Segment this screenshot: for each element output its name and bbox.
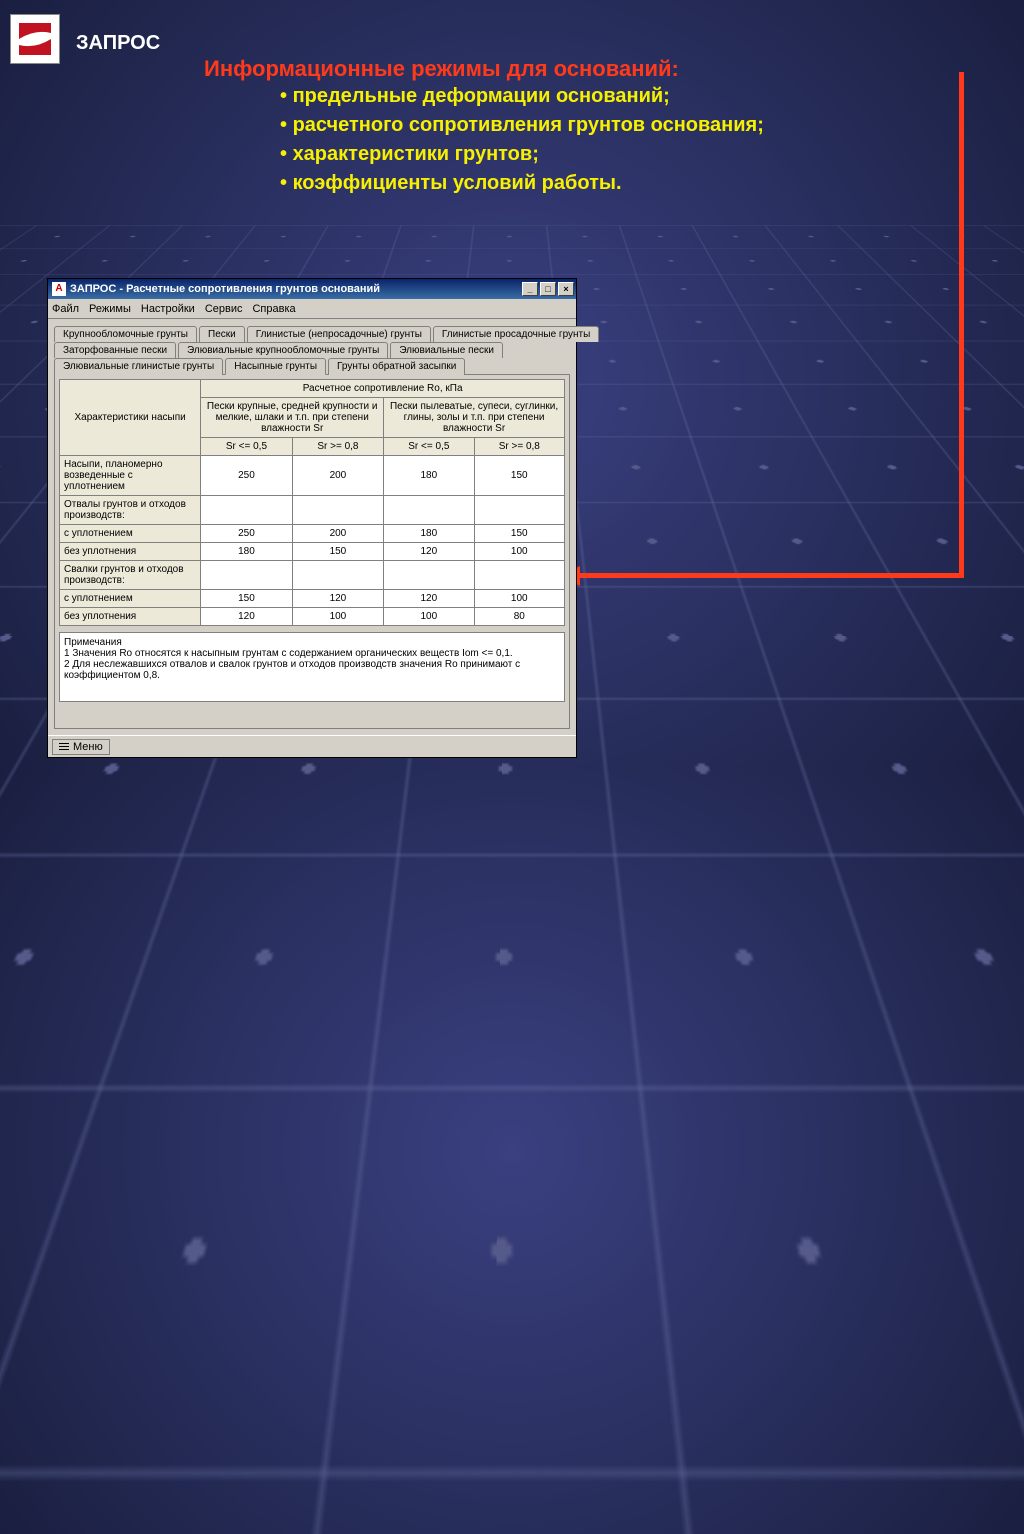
note-2: 2 Для неслежавшихся отвалов и свалок гру… xyxy=(64,659,560,681)
app-logo xyxy=(10,14,60,64)
titlebar[interactable]: A ЗАПРОС - Расчетные сопротивления грунт… xyxy=(48,279,576,299)
tab-eluv-clay[interactable]: Элювиальные глинистые грунты xyxy=(54,358,223,375)
cell: 120 xyxy=(292,590,383,608)
menu-settings[interactable]: Настройки xyxy=(141,303,195,315)
cell: 200 xyxy=(292,456,383,496)
cell: 180 xyxy=(384,456,474,496)
row-label: с уплотнением xyxy=(60,590,201,608)
tab-eluv-coarse[interactable]: Элювиальные крупнообломочные грунты xyxy=(178,342,388,358)
tab-eluv-sands[interactable]: Элювиальные пески xyxy=(390,342,503,358)
cell: 100 xyxy=(474,543,564,561)
cell: 200 xyxy=(292,525,383,543)
tab-row-1: Крупнообломочные грунты Пески Глинистые … xyxy=(54,325,570,341)
cell xyxy=(474,496,564,525)
row-label: Отвалы грунтов и отходов производств: xyxy=(60,496,201,525)
slide-headline: Информационные режимы для оснований: xyxy=(204,56,924,82)
minimize-button[interactable]: _ xyxy=(522,282,538,296)
cell: 150 xyxy=(201,590,292,608)
arrow-vertical xyxy=(959,72,964,578)
super-header: Расчетное сопротивление Ro, кПа xyxy=(201,380,565,398)
cell xyxy=(384,496,474,525)
menu-service[interactable]: Сервис xyxy=(205,303,243,315)
tab-row-3: Элювиальные глинистые грунты Насыпные гр… xyxy=(54,357,570,374)
row-label: Насыпи, планомерно возведенные с уплотне… xyxy=(60,456,201,496)
menubar: Файл Режимы Настройки Сервис Справка xyxy=(48,299,576,319)
table-row: с уплотнением250200180150 xyxy=(60,525,565,543)
tab-peated[interactable]: Заторфованные пески xyxy=(54,342,176,358)
col-rowheader: Характеристики насыпи xyxy=(60,380,201,456)
window-title: ЗАПРОС - Расчетные сопротивления грунтов… xyxy=(70,283,380,295)
data-table: Характеристики насыпи Расчетное сопротив… xyxy=(59,379,565,626)
menu-help[interactable]: Справка xyxy=(252,303,295,315)
cell: 100 xyxy=(384,608,474,626)
sub-3: Sr >= 0,8 xyxy=(474,438,564,456)
slide-bullets: • предельные деформации оснований; • рас… xyxy=(280,82,940,198)
sub-1: Sr >= 0,8 xyxy=(292,438,383,456)
tab-coarse[interactable]: Крупнообломочные грунты xyxy=(54,326,197,342)
cell: 150 xyxy=(474,525,564,543)
bullet-4: • коэффициенты условий работы. xyxy=(280,169,940,198)
sub-2: Sr <= 0,5 xyxy=(384,438,474,456)
row-label: без уплотнения xyxy=(60,608,201,626)
tab-clay-p[interactable]: Глинистые просадочные грунты xyxy=(433,326,599,342)
cell: 180 xyxy=(384,525,474,543)
bullet-3: • характеристики грунтов; xyxy=(280,140,940,169)
table-row: Насыпи, планомерно возведенные с уплотне… xyxy=(60,456,565,496)
table-row: без уплотнения180150120100 xyxy=(60,543,565,561)
bullet-1: • предельные деформации оснований; xyxy=(280,82,940,111)
client-area: Крупнообломочные грунты Пески Глинистые … xyxy=(48,319,576,735)
close-button[interactable]: × xyxy=(558,282,574,296)
cell: 120 xyxy=(201,608,292,626)
notes-box: Примечания 1 Значения Ro относятся к нас… xyxy=(59,632,565,702)
maximize-button[interactable]: □ xyxy=(540,282,556,296)
cell: 150 xyxy=(474,456,564,496)
menu-button[interactable]: Меню xyxy=(52,739,110,755)
arrow-horizontal xyxy=(580,573,964,578)
tab-clay-np[interactable]: Глинистые (непросадочные) грунты xyxy=(247,326,431,342)
tab-fill-active[interactable]: Насыпные грунты xyxy=(225,358,326,375)
table-row: Свалки грунтов и отходов производств: xyxy=(60,561,565,590)
slide-title: ЗАПРОС xyxy=(76,32,160,55)
sub-0: Sr <= 0,5 xyxy=(201,438,292,456)
group1-header: Пески крупные, средней крупности и мелки… xyxy=(201,398,384,438)
cell xyxy=(201,496,292,525)
cell: 100 xyxy=(292,608,383,626)
cell: 100 xyxy=(474,590,564,608)
app-icon: A xyxy=(52,282,66,296)
group2-header: Пески пылеватые, супеси, суглинки, глины… xyxy=(384,398,565,438)
cell xyxy=(474,561,564,590)
table-row: Отвалы грунтов и отходов производств: xyxy=(60,496,565,525)
tab-panel: Характеристики насыпи Расчетное сопротив… xyxy=(54,374,570,729)
cell xyxy=(292,496,383,525)
tab-sands[interactable]: Пески xyxy=(199,326,245,342)
table-row: без уплотнения12010010080 xyxy=(60,608,565,626)
app-window: A ЗАПРОС - Расчетные сопротивления грунт… xyxy=(47,278,577,758)
cell xyxy=(201,561,292,590)
cell xyxy=(384,561,474,590)
cell: 250 xyxy=(201,456,292,496)
cell: 150 xyxy=(292,543,383,561)
cell: 120 xyxy=(384,543,474,561)
notes-title: Примечания xyxy=(64,637,560,648)
tab-row-2: Заторфованные пески Элювиальные крупнооб… xyxy=(54,341,570,357)
bullet-2: • расчетного сопротивления грунтов основ… xyxy=(280,111,940,140)
cell xyxy=(292,561,383,590)
hamburger-icon xyxy=(59,741,69,752)
row-label: с уплотнением xyxy=(60,525,201,543)
menu-button-label: Меню xyxy=(73,741,103,753)
menu-file[interactable]: Файл xyxy=(52,303,79,315)
row-label: без уплотнения xyxy=(60,543,201,561)
tab-backfill[interactable]: Грунты обратной засыпки xyxy=(328,358,465,375)
cell: 80 xyxy=(474,608,564,626)
cell: 120 xyxy=(384,590,474,608)
statusbar: Меню xyxy=(48,735,576,757)
cell: 180 xyxy=(201,543,292,561)
note-1: 1 Значения Ro относятся к насыпным грунт… xyxy=(64,648,560,659)
table-row: с уплотнением150120120100 xyxy=(60,590,565,608)
row-label: Свалки грунтов и отходов производств: xyxy=(60,561,201,590)
menu-modes[interactable]: Режимы xyxy=(89,303,131,315)
cell: 250 xyxy=(201,525,292,543)
